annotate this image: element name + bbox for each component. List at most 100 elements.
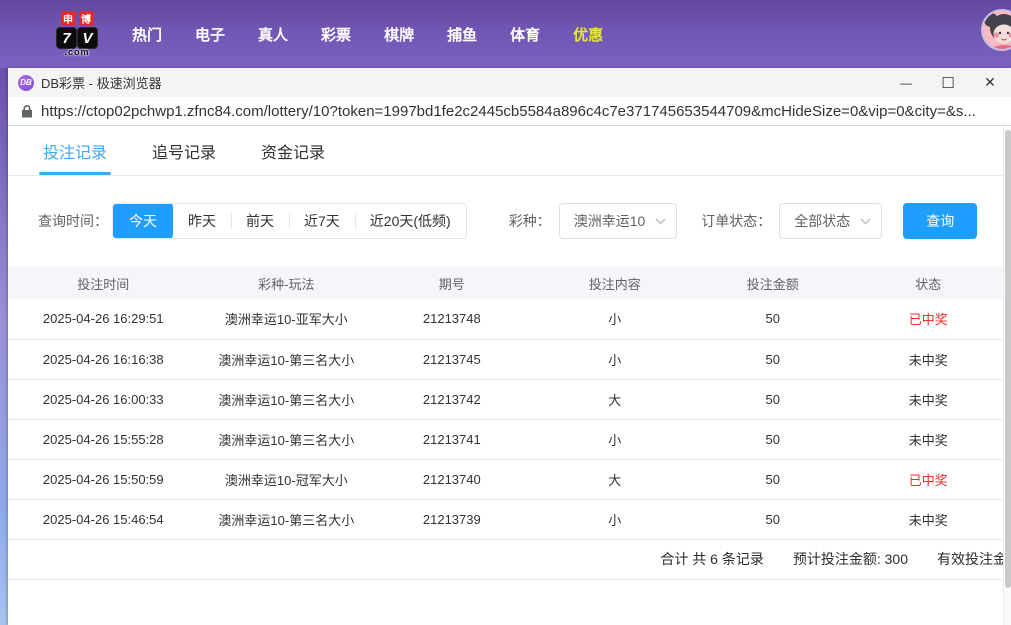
nav-item-cards[interactable]: 棋牌	[384, 24, 414, 45]
cell-status: 未中奖	[845, 419, 1011, 460]
cell-play: 澳洲幸运10-第三名大小	[198, 419, 375, 460]
minimize-button[interactable]: —	[885, 68, 927, 97]
summary-bar: 合计 共 6 条记录 预计投注金额: 300 有效投注金	[8, 540, 1011, 580]
url-text[interactable]: https://ctop02pchwp1.zfnc84.com/lottery/…	[41, 103, 976, 120]
page-background-strip	[0, 68, 8, 625]
cell-status: 未中奖	[845, 379, 1011, 420]
cell-content: 小	[529, 419, 701, 460]
scrollbar-thumb[interactable]	[1005, 130, 1011, 588]
lottery-select[interactable]: 澳洲幸运10	[558, 203, 678, 239]
nav-item-live[interactable]: 真人	[258, 24, 288, 45]
user-avatar[interactable]	[981, 9, 1011, 51]
table-row: 2025-04-26 16:29:51 澳洲幸运10-亚军大小 21213748…	[8, 299, 1011, 340]
window-controls: — ☐ ✕	[885, 68, 1011, 97]
logo-badge-left: 申	[60, 11, 76, 26]
time-option-today[interactable]: 今天	[113, 204, 173, 238]
nav-item-sports[interactable]: 体育	[510, 24, 540, 45]
table-row: 2025-04-26 16:00:33 澳洲幸运10-第三名大小 2121374…	[8, 379, 1011, 420]
nav-item-promo[interactable]: 优惠	[573, 24, 603, 45]
cell-amount: 50	[700, 379, 846, 420]
cell-amount: 50	[700, 419, 846, 460]
tab-bet-records[interactable]: 投注记录	[38, 126, 112, 175]
tab-fund-records[interactable]: 资金记录	[261, 126, 325, 175]
url-bar[interactable]: https://ctop02pchwp1.zfnc84.com/lottery/…	[8, 97, 1011, 126]
site-nav: 热门 电子 真人 彩票 棋牌 捕鱼 体育 优惠	[132, 24, 603, 45]
cell-amount: 50	[700, 299, 846, 340]
cell-content: 小	[529, 499, 701, 540]
window-title: DB彩票 - 极速浏览器	[41, 76, 162, 91]
time-range-group: 今天 昨天 前天 近7天 近20天(低频)	[112, 203, 467, 239]
cell-issue: 21213740	[374, 459, 530, 500]
cell-issue: 21213739	[374, 499, 530, 540]
nav-item-hot[interactable]: 热门	[132, 24, 162, 45]
maximize-button[interactable]: ☐	[927, 68, 969, 97]
table-row: 2025-04-26 16:16:38 澳洲幸运10-第三名大小 2121374…	[8, 339, 1011, 380]
cell-time: 2025-04-26 15:50:59	[8, 459, 199, 500]
summary-valid: 有效投注金	[937, 551, 1007, 567]
lock-icon	[21, 104, 33, 118]
col-header-amount: 投注金额	[700, 267, 846, 299]
browser-window: DB DB彩票 - 极速浏览器 — ☐ ✕ https://ctop02pchw…	[8, 68, 1011, 625]
table-row: 2025-04-26 15:50:59 澳洲幸运10-冠军大小 21213740…	[8, 459, 1011, 500]
chevron-down-icon	[860, 217, 871, 225]
lottery-select-value: 澳洲幸运10	[573, 213, 646, 229]
nav-item-fishing[interactable]: 捕鱼	[447, 24, 477, 45]
tab-chase-records[interactable]: 追号记录	[152, 126, 216, 175]
cell-content: 大	[529, 459, 701, 500]
logo-badge-right: 博	[78, 11, 94, 26]
vertical-scrollbar[interactable]	[1003, 126, 1011, 625]
time-option-7days[interactable]: 近7天	[289, 204, 355, 238]
table-row: 2025-04-26 15:55:28 澳洲幸运10-第三名大小 2121374…	[8, 419, 1011, 460]
time-option-daybefore[interactable]: 前天	[231, 204, 289, 238]
cell-play: 澳洲幸运10-第三名大小	[198, 379, 375, 420]
site-logo[interactable]: 申 博 7 V .com	[48, 11, 106, 57]
time-option-yesterday[interactable]: 昨天	[173, 204, 231, 238]
cell-status: 已中奖	[845, 299, 1011, 340]
chevron-down-icon	[655, 217, 666, 225]
close-button[interactable]: ✕	[969, 68, 1011, 97]
table-row: 2025-04-26 15:46:54 澳洲幸运10-第三名大小 2121373…	[8, 499, 1011, 540]
record-tabs: 投注记录 追号记录 资金记录	[8, 126, 1011, 176]
time-option-20days[interactable]: 近20天(低频)	[354, 204, 466, 238]
cell-amount: 50	[700, 339, 846, 380]
cell-status: 已中奖	[845, 459, 1011, 500]
time-filter-label: 查询时间：	[38, 213, 108, 229]
nav-item-lottery[interactable]: 彩票	[321, 24, 351, 45]
cell-time: 2025-04-26 16:16:38	[8, 339, 199, 380]
cell-time: 2025-04-26 15:55:28	[8, 419, 199, 460]
col-header-issue: 期号	[374, 267, 530, 299]
cell-content: 小	[529, 339, 701, 380]
window-app-icon: DB	[18, 74, 34, 91]
cell-status: 未中奖	[845, 499, 1011, 540]
order-status-select[interactable]: 全部状态	[779, 203, 883, 239]
cell-time: 2025-04-26 16:29:51	[8, 299, 199, 340]
cell-time: 2025-04-26 16:00:33	[8, 379, 199, 420]
cell-issue: 21213745	[374, 339, 530, 380]
filter-bar: 查询时间： 今天 昨天 前天 近7天 近20天(低频) 彩种： 澳洲幸运10 订…	[38, 203, 1011, 239]
lottery-filter-label: 彩种：	[508, 213, 551, 229]
avatar-girl-icon	[983, 11, 1011, 49]
cell-issue: 21213742	[374, 379, 530, 420]
summary-total: 合计 共 6 条记录	[660, 551, 764, 567]
cell-time: 2025-04-26 15:46:54	[8, 499, 199, 540]
cell-play: 澳洲幸运10-冠军大小	[198, 459, 375, 500]
cell-play: 澳洲幸运10-亚军大小	[198, 299, 375, 340]
nav-item-slots[interactable]: 电子	[195, 24, 225, 45]
cell-issue: 21213748	[374, 299, 530, 340]
search-button[interactable]: 查询	[903, 203, 978, 239]
site-header: 申 博 7 V .com 热门 电子 真人 彩票 棋牌 捕鱼 体育 优惠	[0, 0, 1011, 68]
col-header-time: 投注时间	[8, 267, 199, 299]
cell-status: 未中奖	[845, 339, 1011, 380]
col-header-content: 投注内容	[529, 267, 701, 299]
window-titlebar[interactable]: DB DB彩票 - 极速浏览器 — ☐ ✕	[8, 68, 1011, 97]
logo-suffix: .com	[64, 47, 90, 57]
summary-expected: 预计投注金额: 300	[792, 551, 908, 567]
col-header-status: 状态	[845, 267, 1011, 299]
cell-amount: 50	[700, 499, 846, 540]
logo-tile-v: V	[78, 28, 97, 48]
table-header-row: 投注时间 彩种-玩法 期号 投注内容 投注金额 状态	[8, 267, 1011, 299]
cell-content: 大	[529, 379, 701, 420]
cell-content: 小	[529, 299, 701, 340]
cell-issue: 21213741	[374, 419, 530, 460]
cell-amount: 50	[700, 459, 846, 500]
